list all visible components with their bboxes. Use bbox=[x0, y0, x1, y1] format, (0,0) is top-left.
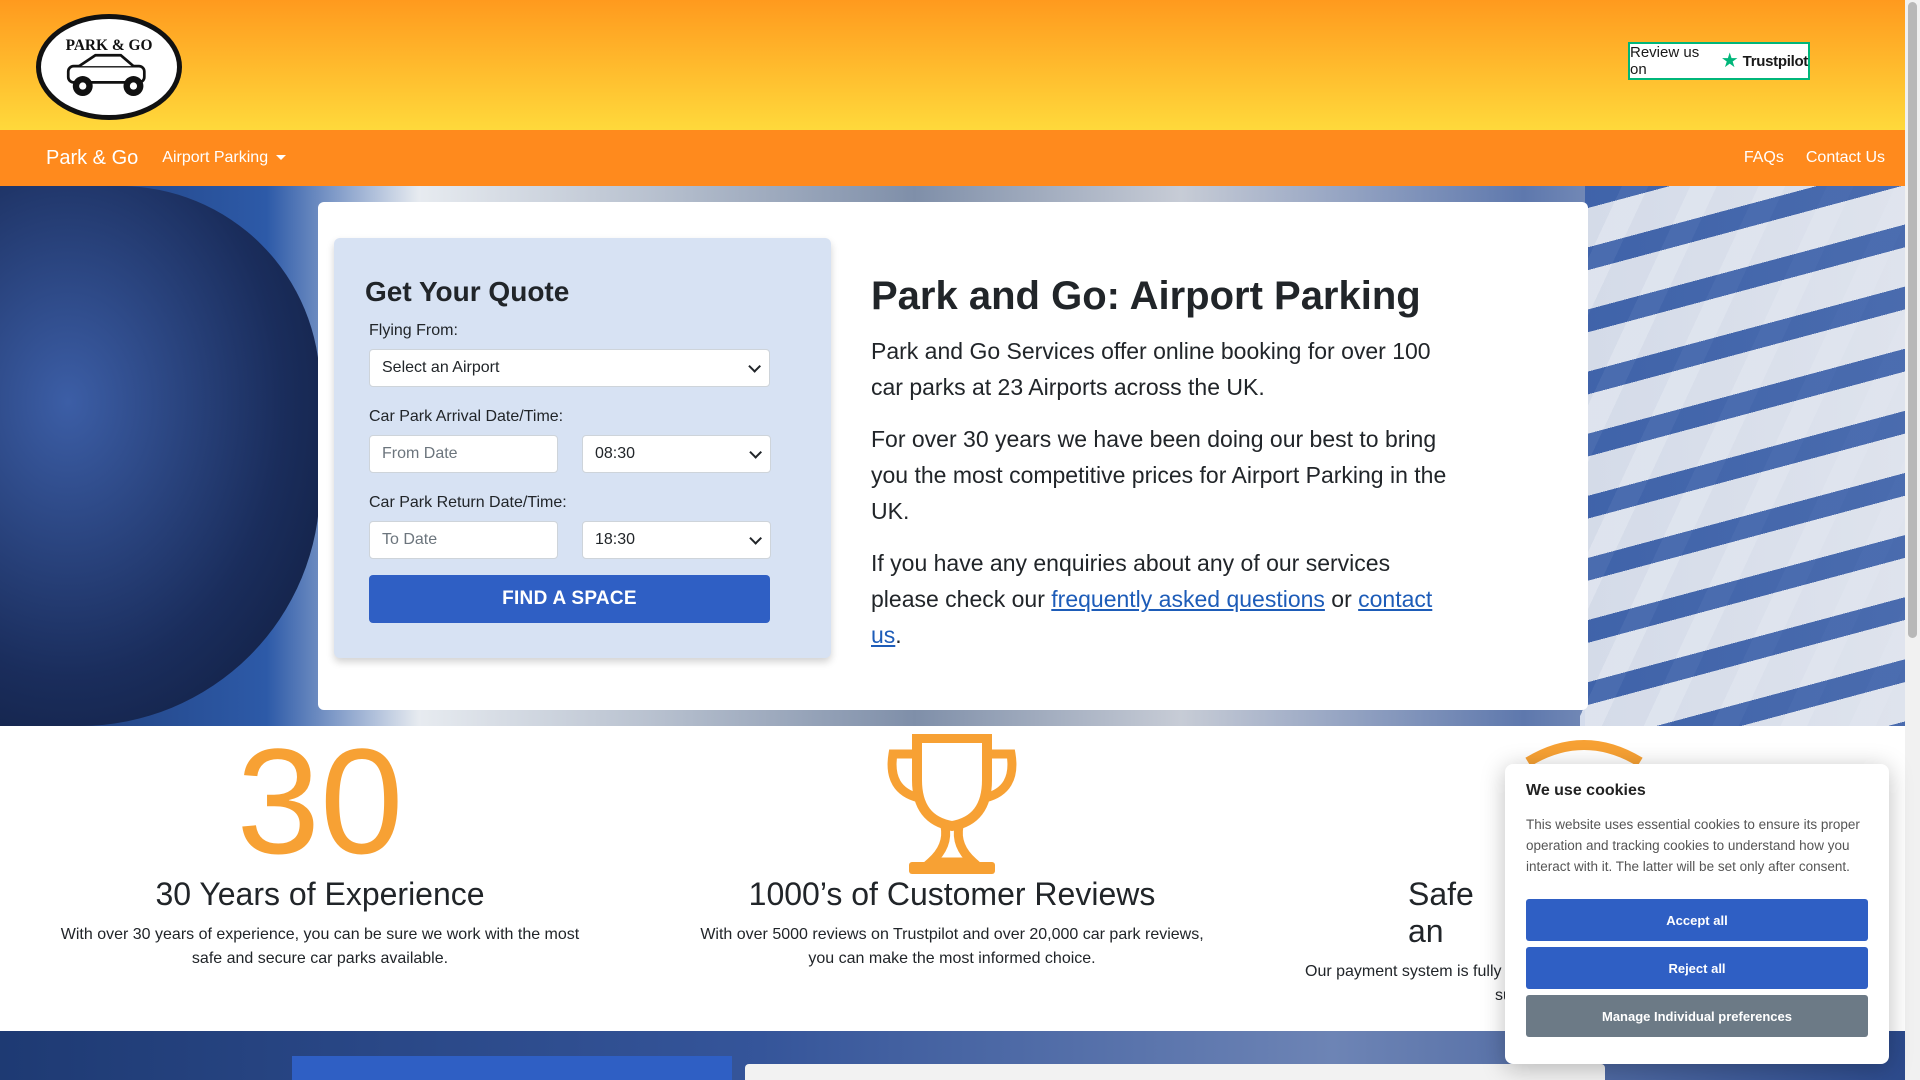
shield-top-icon bbox=[1525, 740, 1643, 764]
nav-brand-link[interactable]: Park & Go bbox=[46, 147, 138, 170]
trustpilot-prefix: Review us on bbox=[1630, 44, 1700, 78]
trustpilot-brand: Trustpilot bbox=[1742, 52, 1809, 70]
feature-title: 30 Years of Experience bbox=[155, 876, 485, 912]
arrival-time-value: 08:30 bbox=[595, 445, 636, 462]
nav-contact-link[interactable]: Contact Us bbox=[1806, 149, 1885, 167]
intro-section: Park and Go: Airport Parking Park and Go… bbox=[871, 274, 1461, 669]
intro-paragraph-3: If you have any enquiries about any of o… bbox=[871, 545, 1461, 653]
nav-faqs-link[interactable]: FAQs bbox=[1744, 149, 1784, 167]
trophy-icon bbox=[662, 726, 1242, 876]
trustpilot-star-icon: ★ bbox=[1720, 50, 1739, 72]
feature-text: With over 30 years of experience, you ca… bbox=[60, 926, 580, 967]
nav-airport-parking-dropdown[interactable]: Airport Parking bbox=[162, 149, 287, 167]
return-time-select[interactable]: 18:30 bbox=[582, 521, 771, 559]
feature-title: 1000’s of Customer Reviews bbox=[748, 876, 1156, 912]
feature-text: Our payment system is fully se sure bbox=[1293, 960, 1526, 1008]
quote-form: Get Your Quote Flying From: Select an Ai… bbox=[334, 238, 831, 658]
flying-from-label: Flying From: bbox=[369, 322, 458, 339]
quote-title: Get Your Quote bbox=[365, 276, 570, 307]
hero-car-image bbox=[0, 186, 320, 726]
trustpilot-review-button[interactable]: Review us on ★ Trustpilot bbox=[1628, 42, 1810, 80]
arrival-row: From Date 08:30 bbox=[369, 435, 771, 473]
bottom-left-panel bbox=[292, 1056, 732, 1080]
chevron-down-icon bbox=[748, 359, 761, 373]
intro-p3-end: . bbox=[895, 622, 902, 648]
return-time-value: 18:30 bbox=[595, 531, 636, 548]
feature-experience: 30 30 Years of Experience With over 30 y… bbox=[30, 726, 610, 971]
airport-select-value: Select an Airport bbox=[382, 359, 500, 376]
find-a-space-button[interactable]: FIND A SPACE bbox=[369, 575, 770, 623]
feature-title: Safe an bbox=[1408, 876, 1474, 949]
intro-paragraph-1: Park and Go Services offer online bookin… bbox=[871, 338, 1431, 400]
to-date-input[interactable]: To Date bbox=[369, 521, 558, 559]
svg-text:PARK & GO: PARK & GO bbox=[66, 37, 153, 54]
feature-text-line2: sure bbox=[1305, 987, 1526, 1004]
hero-road-stripes bbox=[1585, 186, 1905, 726]
top-header: PARK & GO Review us on ★ Trustpilot bbox=[0, 0, 1905, 130]
intro-paragraph-2: For over 30 years we have been doing our… bbox=[871, 426, 1447, 524]
nav-right-links: FAQs Contact Us bbox=[1744, 149, 1885, 167]
caret-down-icon bbox=[276, 155, 287, 161]
chevron-down-icon bbox=[749, 445, 762, 459]
feature-reviews: 1000’s of Customer Reviews With over 500… bbox=[662, 726, 1242, 971]
intro-p3-mid: or bbox=[1324, 586, 1359, 612]
cookie-manage-preferences-button[interactable]: Manage Individual preferences bbox=[1526, 995, 1868, 1037]
park-and-go-logo[interactable]: PARK & GO bbox=[36, 14, 182, 120]
shield-icon bbox=[1293, 726, 1523, 876]
feature-big-number: 30 bbox=[236, 717, 404, 885]
faq-link[interactable]: frequently asked questions bbox=[1051, 586, 1325, 612]
airport-select[interactable]: Select an Airport bbox=[369, 349, 770, 387]
arrival-label: Car Park Arrival Date/Time: bbox=[369, 408, 564, 425]
cookie-title: We use cookies bbox=[1526, 782, 1646, 799]
cookie-text: This website uses essential cookies to e… bbox=[1526, 817, 1860, 874]
bottom-right-panel bbox=[745, 1064, 1605, 1080]
return-row: To Date 18:30 bbox=[369, 521, 771, 559]
feature-safe: Safe an Our payment system is fully se su… bbox=[1293, 726, 1526, 1008]
cookie-reject-all-button[interactable]: Reject all bbox=[1526, 947, 1868, 989]
cookie-consent-modal: We use cookies This website uses essenti… bbox=[1505, 764, 1889, 1064]
logo-car-icon: PARK & GO bbox=[66, 37, 153, 96]
cookie-accept-all-button[interactable]: Accept all bbox=[1526, 899, 1868, 941]
nav-airport-parking-label: Airport Parking bbox=[162, 149, 269, 166]
from-date-input[interactable]: From Date bbox=[369, 435, 558, 473]
chevron-down-icon bbox=[749, 531, 762, 545]
feature-text: With over 5000 reviews on Trustpilot and… bbox=[700, 926, 1204, 967]
intro-title: Park and Go: Airport Parking bbox=[871, 274, 1421, 318]
arrival-time-select[interactable]: 08:30 bbox=[582, 435, 771, 473]
scrollbar-thumb[interactable] bbox=[1908, 2, 1917, 638]
feature-text-line1: Our payment system is fully se bbox=[1305, 963, 1523, 980]
return-label: Car Park Return Date/Time: bbox=[369, 494, 567, 511]
main-navbar: Park & Go Airport Parking FAQs Contact U… bbox=[0, 130, 1905, 186]
page-scrollbar[interactable] bbox=[1905, 0, 1920, 1080]
